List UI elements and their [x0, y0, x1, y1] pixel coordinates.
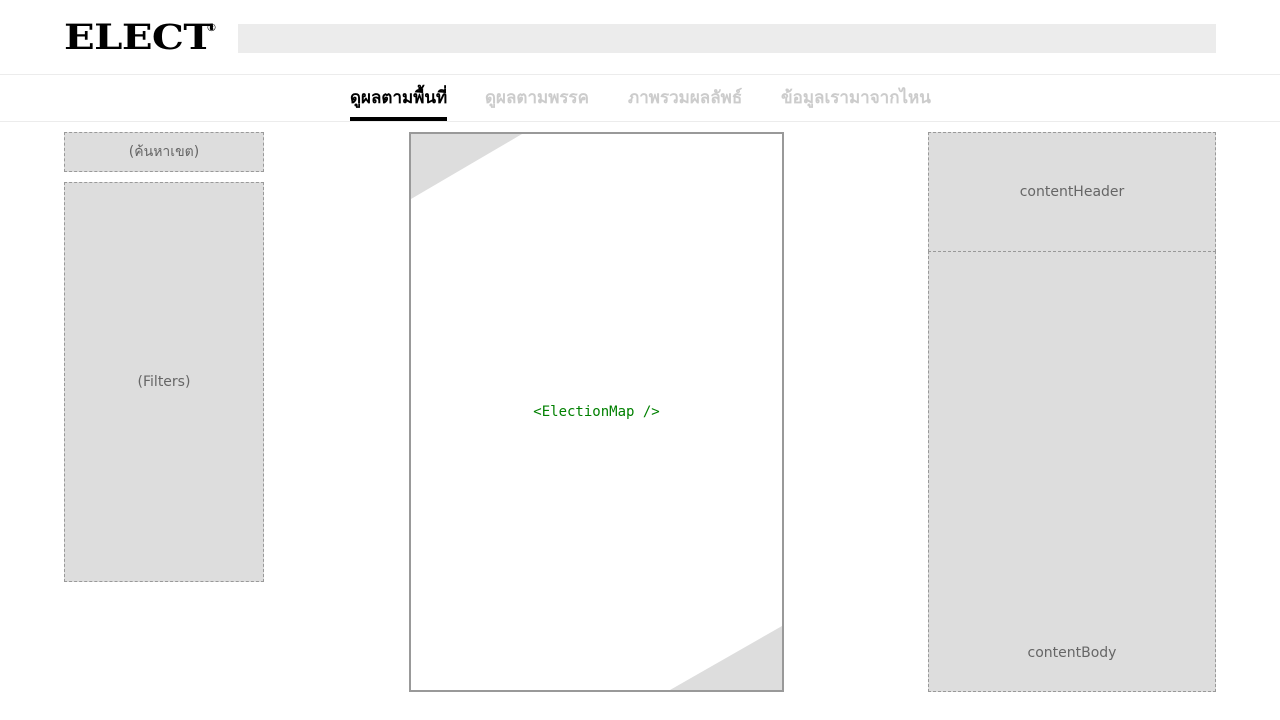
content-header-label: contentHeader: [1019, 184, 1125, 200]
main-nav: ดูผลตามพื้นที่ ดูผลตามพรรค ภาพรวมผลลัพธ์…: [0, 75, 1280, 122]
content-body-label: contentBody: [1027, 645, 1117, 661]
content-body: contentBody: [928, 251, 1216, 692]
election-map-label: <ElectionMap />: [533, 404, 660, 420]
filters-panel[interactable]: (Filters): [64, 182, 264, 582]
filters-label: (Filters): [137, 374, 191, 390]
logo-wordmark: ELECT: [64, 17, 213, 58]
app-header: ELECT ®: [0, 0, 1280, 75]
tab-results-overview[interactable]: ภาพรวมผลลัพธ์: [628, 85, 742, 121]
tab-results-by-party[interactable]: ดูผลตามพรรค: [485, 85, 589, 121]
content-header: contentHeader: [928, 132, 1216, 252]
tab-data-sources[interactable]: ข้อมูลเรามาจากไหน: [781, 85, 931, 121]
district-search-box[interactable]: (ค้นหาเขต): [64, 132, 264, 172]
elect-logo[interactable]: ELECT ®: [64, 16, 217, 60]
search-bar[interactable]: [238, 24, 1216, 53]
election-map[interactable]: <ElectionMap />: [409, 132, 784, 692]
district-search-label: (ค้นหาเขต): [128, 144, 200, 160]
tab-results-by-area[interactable]: ดูผลตามพื้นที่: [350, 85, 448, 121]
